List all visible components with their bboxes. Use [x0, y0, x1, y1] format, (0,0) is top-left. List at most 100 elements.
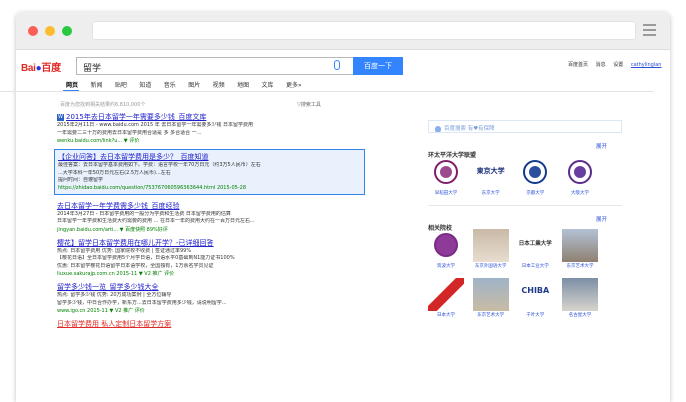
shield-icon — [435, 125, 441, 132]
university-card[interactable]: 东京外国语大学 — [472, 229, 509, 270]
university-name: 东京艺术大学 — [566, 264, 594, 269]
menu-icon[interactable] — [643, 24, 656, 39]
result-url[interactable]: liuxue.sakurajp.com.cn 2015-11 ▼ V2 推广 评… — [57, 270, 362, 277]
university-card[interactable]: 東京大学 东京大学 — [473, 156, 509, 197]
university-card[interactable]: 东京艺术大学 — [472, 278, 509, 319]
result-url[interactable]: wenku.baidu.com/link?u... ▼ 评价 — [57, 137, 362, 144]
result-snippet: 留学多少钱，中日合作办学，新东方...去日本留学费用多少钱，请说明留学... — [57, 299, 227, 306]
tab-map[interactable]: 地图 — [237, 80, 249, 89]
result-snippet: 2014年3月27日 - 日本留学费用的一般分为学费和生活费 日本留学费用的估算 — [57, 210, 231, 217]
university-card[interactable]: 日本工業大学 日本工业大学 — [517, 229, 553, 270]
university-name: 筑波大学 — [437, 264, 455, 269]
result-snippet: 优惠: 日本留学樱花日语留学日本语学校，全国独有，1万余名学员见证 — [57, 262, 214, 269]
minimize-window-dot[interactable] — [45, 26, 55, 36]
search-input[interactable]: 留学 — [76, 57, 353, 75]
result-title-link[interactable]: 留学多少钱一览_留学多少钱大全 — [57, 282, 362, 292]
section-header: 相关院校 展开 — [428, 215, 622, 232]
search-header: Bai●百度 留学 百度一下 百度首页 消息 设置 cathylinglan — [16, 50, 670, 78]
top-links: 百度首页 消息 设置 cathylinglan — [568, 61, 667, 68]
sidebar-divider — [428, 205, 622, 206]
home-link[interactable]: 百度首页 — [568, 62, 588, 68]
nit-logo-icon: 日本工業大学 — [518, 241, 552, 247]
tab-wenku[interactable]: 文库 — [262, 80, 274, 89]
university-card[interactable]: CHIBA 千叶大学 — [517, 278, 553, 319]
right-sidebar: 百度搜索 有♥有保障 环太平洋大学联盟 展开 早稻田大学 東京大学 东京大学 京… — [428, 120, 622, 327]
chiba-logo-icon: CHIBA — [521, 286, 550, 295]
tsukuba-logo-icon — [428, 229, 464, 262]
university-card[interactable]: 名古屋大学 — [561, 278, 598, 319]
tokyo-univ-logo-icon: 東京大学 — [476, 167, 505, 175]
microphone-icon[interactable] — [334, 60, 340, 70]
university-card[interactable]: 早稻田大学 — [428, 156, 464, 197]
waseda-logo-icon — [428, 156, 464, 189]
campus-photo-icon — [561, 229, 598, 262]
result-title-link[interactable]: 【企业问答】去日本留学费用是多少？_百度知道 — [58, 152, 361, 162]
university-card[interactable]: 京都大学 — [517, 156, 553, 197]
result-url[interactable]: www.igo.cn 2015-11 ▼ V2 推广 评价 — [57, 307, 362, 314]
university-name: 东京艺术大学 — [477, 313, 505, 318]
nagoya-univ-logo-icon — [561, 278, 598, 311]
result-title-link[interactable]: 日本留学费用 私人定制日本留学方案 — [57, 319, 362, 329]
settings-link[interactable]: 设置 — [613, 62, 623, 68]
result-url[interactable]: jingyan.baidu.com/arti... ▼ 百度快照 89%好评 — [57, 226, 362, 233]
university-card[interactable]: 日本大学 — [428, 278, 464, 319]
campus-photo-icon — [472, 229, 509, 262]
highlighted-result-item: 【企业问答】去日本留学费用是多少？_百度知道 最佳答案：去日本留学基本费用如下。… — [54, 149, 365, 195]
tab-tieba[interactable]: 贴吧 — [115, 80, 127, 89]
address-bar[interactable] — [92, 21, 636, 40]
university-card[interactable]: 大阪大学 — [562, 156, 598, 197]
search-tabs: 网页 新闻 贴吧 知道 音乐 图片 视频 地图 文库 更多» — [66, 80, 312, 89]
search-tools-button[interactable]: ▽搜索工具 — [297, 101, 321, 108]
maximize-window-dot[interactable] — [62, 26, 72, 36]
result-snippet: ...大学本科一年50万日元左右(2.5万人民币)...左右 — [58, 169, 171, 176]
university-name: 东京大学 — [481, 191, 500, 196]
university-name: 名古屋大学 — [568, 313, 592, 318]
expand-link[interactable]: 展开 — [596, 215, 607, 223]
result-snippet: 日本留学一年学费和生活费大约需要的费用 ... 在日本一年的费用大约在一百万日元… — [57, 218, 255, 224]
messages-link[interactable]: 消息 — [596, 62, 606, 68]
result-snippet: 提问时间：自遵留学 — [58, 177, 104, 183]
nihon-univ-logo-icon — [428, 278, 464, 311]
browser-chrome — [16, 12, 670, 50]
tab-zhidao[interactable]: 知道 — [139, 80, 151, 89]
baidu-logo[interactable]: Bai●百度 — [21, 59, 61, 74]
search-tools-label: 搜索工具 — [300, 102, 321, 108]
tab-web[interactable]: 网页 — [66, 80, 78, 89]
university-name: 大阪大学 — [570, 191, 589, 196]
guarantee-banner[interactable]: 百度搜索 有♥有保障 — [428, 120, 622, 133]
ad-result-item: 留学多少钱一览_留学多少钱大全 热点: 留学多少钱 优势: 20万成功案例 | … — [57, 282, 362, 314]
university-card[interactable]: 筑波大学 — [428, 229, 464, 270]
tab-music[interactable]: 音乐 — [164, 80, 176, 89]
ad-result-item: 樱花】留学日本留学费用在哪儿开学？-已详细回答 热点: 日本留学费用 优势: 国… — [57, 238, 362, 278]
kyoto-univ-logo-icon — [517, 156, 553, 189]
tab-news[interactable]: 新闻 — [90, 80, 102, 89]
expand-link[interactable]: 展开 — [596, 142, 607, 150]
tabs-divider — [0, 91, 654, 92]
result-snippet: 2015年2月11日 - www.baidu.com 2015 年 去日本留学一… — [57, 122, 253, 128]
tab-images[interactable]: 图片 — [188, 80, 200, 89]
university-name: 东京外国语大学 — [474, 264, 507, 269]
university-card[interactable]: 东京艺术大学 — [561, 229, 598, 270]
guarantee-text: 百度搜索 有♥有保障 — [444, 126, 495, 132]
result-title-link[interactable]: W 2015年去日本留学一年需要多少钱_百度文库 — [57, 112, 362, 122]
user-link[interactable]: cathylinglan — [631, 62, 662, 68]
tab-more[interactable]: 更多» — [286, 80, 302, 89]
search-button[interactable]: 百度一下 — [353, 57, 403, 75]
result-url[interactable]: https://zhidao.baidu.com/question/753767… — [58, 185, 361, 191]
result-snippet: 最佳答案：去日本留学基本费用如下。学费：语言学校一年70万日元（约3万5人民币）… — [58, 162, 261, 168]
result-title-link[interactable]: 去日本留学一年学费需多少钱_百度经验 — [57, 201, 362, 211]
related-schools-grid-row1: 筑波大学 东京外国语大学 日本工業大学 日本工业大学 东京艺术大学 — [428, 229, 598, 270]
university-name: 日本大学 — [437, 313, 455, 318]
university-name: 千叶大学 — [526, 313, 545, 318]
university-name: 早稻田大学 — [434, 191, 458, 196]
result-item: 日本留学费用 私人定制日本留学方案 — [57, 319, 362, 329]
osaka-univ-logo-icon — [562, 156, 598, 189]
university-grid: 早稻田大学 東京大学 东京大学 京都大学 大阪大学 — [428, 156, 598, 197]
campus-photo-icon — [472, 278, 509, 311]
close-window-dot[interactable] — [28, 26, 38, 36]
result-item: W 2015年去日本留学一年需要多少钱_百度文库 2015年2月11日 - www… — [57, 112, 362, 144]
tab-video[interactable]: 视频 — [213, 80, 225, 89]
result-count: 百度为您找到相关结果约6,810,000个 — [60, 102, 146, 108]
result-title-link[interactable]: 樱花】留学日本留学费用在哪儿开学？-已详细回答 — [57, 238, 362, 248]
results-list: W 2015年去日本留学一年需要多少钱_百度文库 2015年2月11日 - www… — [54, 112, 365, 334]
